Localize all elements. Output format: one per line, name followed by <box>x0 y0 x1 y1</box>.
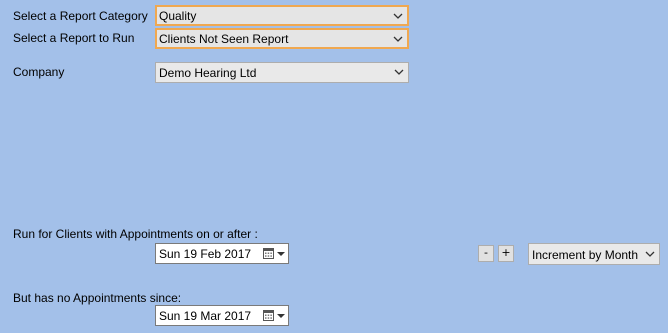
report-to-run-dropdown[interactable]: Clients Not Seen Report <box>155 28 409 49</box>
decrement-button[interactable]: - <box>478 245 494 262</box>
date-dropdown-arrow-icon[interactable] <box>277 252 285 256</box>
from-date-value: Sun 19 Feb 2017 <box>159 247 252 261</box>
from-date-picker[interactable]: Sun 19 Feb 2017 <box>155 243 289 264</box>
appointments-from-label: Run for Clients with Appointments on or … <box>13 227 258 241</box>
company-value: Demo Hearing Ltd <box>159 66 257 80</box>
report-to-run-value: Clients Not Seen Report <box>159 32 289 46</box>
report-category-value: Quality <box>159 9 197 23</box>
company-dropdown[interactable]: Demo Hearing Ltd <box>155 62 409 83</box>
report-category-dropdown[interactable]: Quality <box>155 5 409 26</box>
calendar-icon[interactable] <box>263 248 274 259</box>
increment-mode-value: Increment by Month <box>532 248 639 262</box>
report-to-run-label: Select a Report to Run <box>13 31 135 45</box>
calendar-icon[interactable] <box>263 310 274 321</box>
chevron-down-icon <box>393 13 403 19</box>
report-category-label: Select a Report Category <box>13 9 148 23</box>
chevron-down-icon <box>645 251 655 257</box>
increment-button[interactable]: + <box>498 245 514 262</box>
chevron-down-icon <box>393 36 403 42</box>
chevron-down-icon <box>394 69 404 75</box>
since-date-picker[interactable]: Sun 19 Mar 2017 <box>155 305 289 326</box>
since-date-value: Sun 19 Mar 2017 <box>159 309 252 323</box>
increment-mode-select[interactable]: Increment by Month <box>528 243 660 265</box>
company-label: Company <box>13 65 65 79</box>
date-dropdown-arrow-icon[interactable] <box>277 314 285 318</box>
no-appointments-since-label: But has no Appointments since: <box>13 291 182 305</box>
